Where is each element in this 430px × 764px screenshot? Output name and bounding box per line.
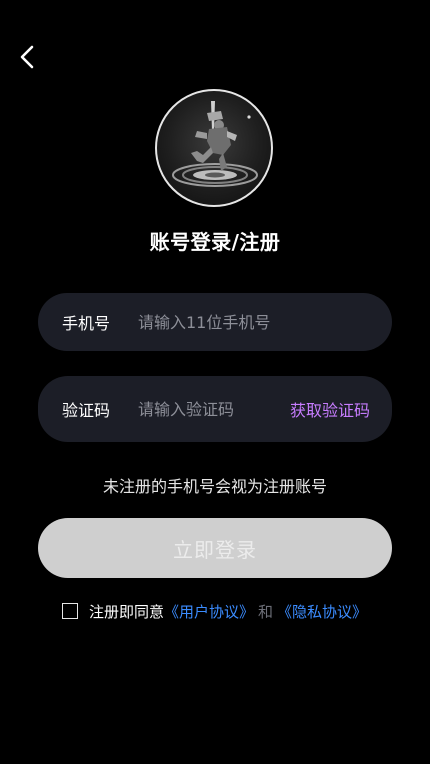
login-button[interactable]: 立即登录 xyxy=(38,518,392,578)
phone-input[interactable] xyxy=(138,312,368,332)
avatar xyxy=(155,89,273,207)
code-input[interactable] xyxy=(138,399,278,419)
back-button[interactable] xyxy=(10,42,44,76)
phone-label: 手机号 xyxy=(62,314,111,333)
agreement-prefix: 注册即同意 xyxy=(89,602,165,621)
agreement-checkbox[interactable] xyxy=(62,603,78,619)
user-agreement-link[interactable]: 《用户协议》 xyxy=(164,601,254,622)
agreement-row: 注册即同意 《用户协议》 和 《隐私协议》 xyxy=(62,600,367,622)
register-notice: 未注册的手机号会视为注册账号 xyxy=(102,477,327,496)
page-title: 账号登录/注册 xyxy=(149,230,281,254)
code-field: 验证码 获取验证码 xyxy=(38,376,392,442)
chevron-left-icon xyxy=(17,44,37,74)
agreement-and: 和 xyxy=(258,602,274,621)
privacy-policy-link[interactable]: 《隐私协议》 xyxy=(277,601,367,622)
code-label: 验证码 xyxy=(62,401,111,420)
get-code-button[interactable]: 获取验证码 xyxy=(290,397,370,421)
phone-field: 手机号 xyxy=(38,293,392,351)
